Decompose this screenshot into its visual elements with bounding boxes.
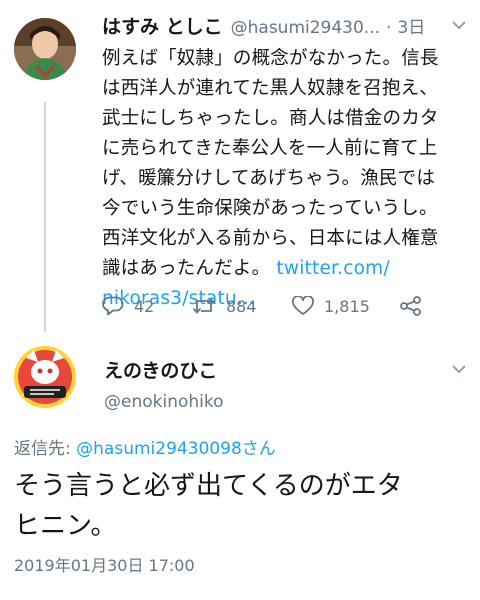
- author-handle[interactable]: @hasumi29430...: [231, 18, 380, 38]
- tweet-header: はすみ としこ @hasumi29430... · 3日: [102, 12, 474, 42]
- tweet-text-line: 識はあったんだよ。 twitter.com/: [102, 254, 474, 284]
- replying-to-link[interactable]: @hasumi29430098さん: [76, 439, 276, 459]
- avatar-photo: [14, 18, 76, 80]
- retweet-count: 884: [226, 296, 257, 316]
- author-name[interactable]: はすみ としこ: [102, 12, 223, 39]
- tweet-text-fragment: 識はあったんだよ。: [102, 258, 271, 279]
- replying-to-label: 返信先:: [14, 439, 71, 459]
- avatar[interactable]: [14, 18, 76, 80]
- like-count: 1,815: [324, 296, 370, 316]
- author-handle[interactable]: @enokinohiko: [104, 392, 224, 412]
- avatar[interactable]: [14, 346, 76, 408]
- tweet-parent[interactable]: はすみ としこ @hasumi29430... · 3日 例えば「奴隷」の概念が…: [102, 12, 474, 314]
- tweet-text-line: ヒニン。: [14, 511, 117, 541]
- tweet-text-line: そう言うと必ず出てくるのがエタ: [14, 471, 403, 501]
- retweet-button[interactable]: 884: [192, 296, 292, 316]
- tweet-text-line: 例えば「奴隷」の概念がなかった。信長: [102, 48, 439, 69]
- thread-connector-line: [44, 102, 46, 332]
- chevron-down-icon[interactable]: [452, 18, 476, 34]
- share-button[interactable]: [400, 296, 422, 316]
- separator-dot: ·: [386, 18, 392, 38]
- author-name[interactable]: えのきのひこ: [104, 356, 224, 386]
- like-button[interactable]: 1,815: [292, 296, 400, 316]
- tweet-text-line: は西洋人が連れてた黒人奴隷を召抱え、: [102, 78, 439, 99]
- tweet-text-line: 今でいう生命保険があったっていうし。: [102, 198, 438, 219]
- tweet-text-line: 武士にしちゃったし。商人は借金のカタ: [102, 108, 439, 129]
- tweet-text: そう言うと必ず出てくるのがエタ ヒニン。: [14, 466, 470, 546]
- tweet-text-line: げ、暖簾分けしてあげちゃう。漁民では: [102, 168, 436, 189]
- replying-to: 返信先: @hasumi29430098さん: [14, 434, 276, 459]
- tweet-text-line: に売られてきた奉公人を一人前に育て上: [102, 138, 438, 159]
- heart-icon: [292, 296, 314, 315]
- retweet-icon: [192, 298, 216, 314]
- tweet-timestamp: 2019年01月30日 17:00: [14, 556, 195, 575]
- reply-count: 42: [134, 296, 155, 316]
- tweet-link[interactable]: twitter.com/: [276, 258, 389, 279]
- chevron-down-icon[interactable]: [452, 362, 466, 378]
- reply-icon: [102, 296, 124, 316]
- tweet-actions: 42 884 1,815: [102, 288, 432, 324]
- tweet-text-line: 西洋文化が入る前から、日本には人権意: [102, 228, 439, 249]
- avatar-illustration: [14, 346, 76, 408]
- reply-button[interactable]: 42: [102, 296, 192, 316]
- share-icon: [400, 296, 421, 316]
- tweet-text: 例えば「奴隷」の概念がなかった。信長 は西洋人が連れてた黒人奴隷を召抱え、 武士…: [102, 44, 474, 314]
- tweet-time[interactable]: 3日: [397, 13, 425, 38]
- tweet-reply-header: えのきのひこ @enokinohiko: [104, 356, 224, 412]
